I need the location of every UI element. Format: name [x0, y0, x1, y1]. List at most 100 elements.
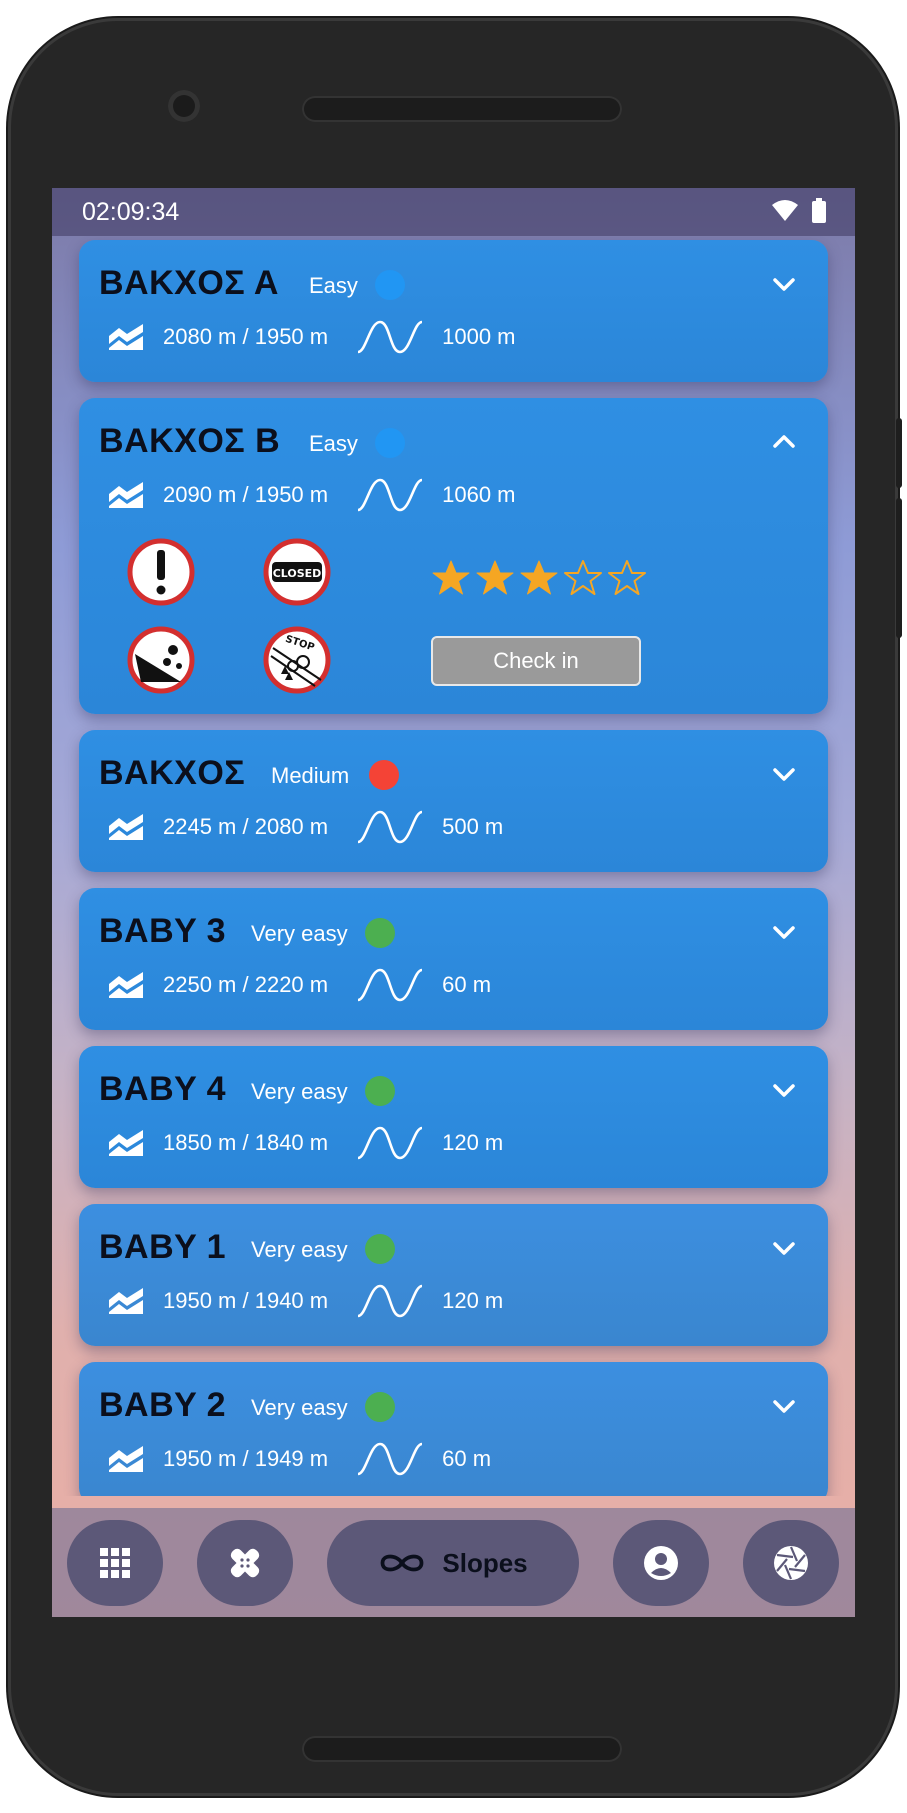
- slope-name: ΒΑΚΧΟΣ: [99, 754, 246, 792]
- star-filled-icon[interactable]: [475, 558, 515, 598]
- chevron-down-icon[interactable]: [770, 270, 798, 298]
- slope-name: BABY 1: [99, 1228, 227, 1266]
- length-wave-icon: [356, 320, 424, 354]
- volume-button: [896, 418, 902, 488]
- slope-meta: 2245 m / 2080 m 500 m: [107, 810, 503, 844]
- slope-length: 1060 m: [442, 482, 516, 507]
- slopes-list[interactable]: ΒΑΚΧΟΣ Α Easy 2080 m / 1950 m 1000 m ΒΑΚΧΟΣ …: [52, 236, 855, 1496]
- difficulty-dot: [365, 1234, 395, 1264]
- slope-card[interactable]: BABY 1 Very easy 1950 m / 1940 m 120 m: [79, 1204, 828, 1346]
- slope-name: BABY 2: [99, 1386, 227, 1424]
- slope-difficulty: Very easy: [251, 1237, 348, 1262]
- status-time: 02:09:34: [82, 198, 180, 226]
- difficulty-dot: [365, 1076, 395, 1106]
- bottom-speaker: [302, 1736, 622, 1762]
- difficulty-dot: [365, 1392, 395, 1422]
- slope-altitude: 2080 m / 1950 m: [163, 324, 329, 349]
- slope-meta: 1950 m / 1949 m 60 m: [107, 1442, 491, 1476]
- slope-difficulty: Easy: [309, 273, 358, 298]
- nav-first-aid-button[interactable]: [197, 1520, 293, 1606]
- nav-slopes-label: Slopes: [442, 1547, 528, 1578]
- slope-name: BABY 4: [99, 1070, 227, 1108]
- length-wave-icon: [356, 1126, 424, 1160]
- app-screen: 02:09:34 ΒΑΚΧΟΣ Α Easy 2080 m / 1950 m 1000…: [52, 188, 855, 1617]
- closed-sign-text: CLOSED: [273, 567, 322, 580]
- slope-length: 120 m: [442, 1130, 504, 1155]
- slope-difficulty: Medium: [271, 763, 350, 788]
- closed-sign-icon: CLOSED: [263, 538, 331, 606]
- length-wave-icon: [356, 1442, 424, 1476]
- length-wave-icon: [356, 968, 424, 1002]
- star-empty-icon[interactable]: [563, 558, 603, 598]
- slope-name: ΒΑΚΧΟΣ Β: [99, 422, 281, 460]
- slope-meta: 1950 m / 1940 m 120 m: [107, 1284, 503, 1318]
- check-in-button[interactable]: Check in: [431, 636, 641, 686]
- slope-card[interactable]: ΒΑΚΧΟΣ Α Easy 2080 m / 1950 m 1000 m: [79, 240, 828, 382]
- infinity-icon: [380, 1554, 424, 1572]
- length-wave-icon: [356, 478, 424, 512]
- slope-altitude: 1850 m / 1840 m: [163, 1130, 329, 1155]
- slope-altitude: 2250 m / 2220 m: [163, 972, 329, 997]
- earpiece-speaker: [302, 96, 622, 122]
- slope-rating[interactable]: [431, 558, 647, 598]
- slope-card[interactable]: BABY 4 Very easy 1850 m / 1840 m 120 m: [79, 1046, 828, 1188]
- slope-length: 1000 m: [442, 324, 516, 349]
- slope-difficulty: Easy: [309, 431, 358, 456]
- slope-length: 120 m: [442, 1288, 504, 1313]
- slope-name: ΒΑΚΧΟΣ Α: [99, 264, 279, 302]
- slope-difficulty: Very easy: [251, 1079, 348, 1104]
- slope-card[interactable]: BABY 3 Very easy 2250 m / 2220 m 60 m: [79, 888, 828, 1030]
- chevron-down-icon[interactable]: [770, 1234, 798, 1262]
- wifi-icon: [772, 200, 798, 221]
- slope-length: 500 m: [442, 814, 504, 839]
- chevron-up-icon[interactable]: [770, 428, 798, 456]
- nav-grid-button[interactable]: [67, 1520, 163, 1606]
- battery-icon: [812, 198, 826, 223]
- grid-icon: [100, 1548, 130, 1578]
- slope-card[interactable]: ΒΑΚΧΟΣ Medium 2245 m / 2080 m 500 m: [79, 730, 828, 872]
- slope-altitude: 1950 m / 1949 m: [163, 1446, 329, 1471]
- altitude-icon: [107, 1128, 145, 1158]
- slope-altitude: 2245 m / 2080 m: [163, 814, 329, 839]
- altitude-icon: [107, 812, 145, 842]
- chevron-down-icon[interactable]: [770, 760, 798, 788]
- nav-slopes-button[interactable]: Slopes: [327, 1520, 579, 1606]
- slope-altitude: 1950 m / 1940 m: [163, 1288, 329, 1313]
- slope-difficulty: Very easy: [251, 1395, 348, 1420]
- bandage-icon: [230, 1548, 260, 1578]
- star-filled-icon[interactable]: [431, 558, 471, 598]
- slope-meta: 1850 m / 1840 m 120 m: [107, 1126, 503, 1160]
- altitude-icon: [107, 322, 145, 352]
- slope-card[interactable]: BABY 2 Very easy 1950 m / 1949 m 60 m: [79, 1362, 828, 1496]
- altitude-icon: [107, 970, 145, 1000]
- slope-name: BABY 3: [99, 912, 227, 950]
- status-bar: 02:09:34: [52, 188, 855, 236]
- stop-avalanche-sign-icon: STOP: [263, 626, 331, 694]
- slope-length: 60 m: [442, 1446, 492, 1471]
- bottom-navigation: Slopes: [52, 1508, 855, 1617]
- slope-difficulty: Very easy: [251, 921, 348, 946]
- chevron-down-icon[interactable]: [770, 1076, 798, 1104]
- altitude-icon: [107, 480, 145, 510]
- slope-meta: 2080 m / 1950 m 1000 m: [107, 320, 516, 354]
- slope-meta: 2090 m / 1950 m 1060 m: [107, 478, 516, 512]
- length-wave-icon: [356, 810, 424, 844]
- nav-account-button[interactable]: [613, 1520, 709, 1606]
- slope-altitude: 2090 m / 1950 m: [163, 482, 329, 507]
- power-button: [896, 498, 902, 638]
- star-empty-icon[interactable]: [607, 558, 647, 598]
- warning-sign-icon: [127, 538, 195, 606]
- slope-card[interactable]: ΒΑΚΧΟΣ Β Easy 2090 m / 1950 m 1060 m CLOSED…: [79, 398, 828, 714]
- difficulty-dot: [369, 760, 399, 790]
- length-wave-icon: [356, 1284, 424, 1318]
- chevron-down-icon[interactable]: [770, 918, 798, 946]
- camera-shutter-icon: [774, 1546, 808, 1580]
- nav-camera-button[interactable]: [743, 1520, 839, 1606]
- account-icon: [644, 1546, 678, 1580]
- star-filled-icon[interactable]: [519, 558, 559, 598]
- altitude-icon: [107, 1286, 145, 1316]
- front-camera: [168, 90, 200, 122]
- altitude-icon: [107, 1444, 145, 1474]
- slope-length: 60 m: [442, 972, 492, 997]
- chevron-down-icon[interactable]: [770, 1392, 798, 1420]
